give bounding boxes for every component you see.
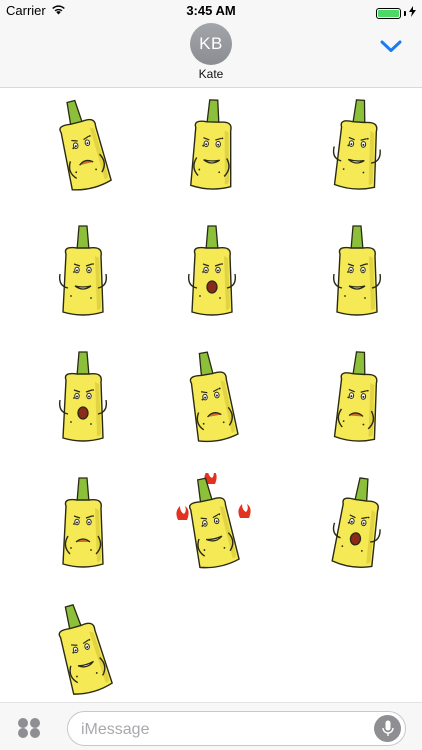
message-input[interactable]: iMessage (67, 711, 406, 746)
sticker-crying[interactable] (157, 347, 267, 457)
banana-sticker-art (333, 351, 378, 442)
banana-sticker-art (189, 351, 239, 443)
sticker-scared-gritting-teeth[interactable] (157, 95, 267, 205)
message-input-bar: iMessage (0, 702, 422, 750)
sticker-worried-hands-up[interactable] (28, 221, 138, 331)
sticker-angry-fire[interactable] (157, 473, 267, 583)
status-bar: Carrier 3:45 AM (0, 0, 422, 22)
banana-sticker-art (332, 225, 382, 316)
message-placeholder: iMessage (81, 721, 150, 738)
chevron-down-icon (380, 40, 402, 52)
banana-sticker-art (58, 351, 108, 442)
banana-sticker-art (58, 225, 108, 316)
battery-level (378, 9, 399, 17)
status-right (376, 4, 416, 22)
sticker-shocked-hands-up[interactable] (302, 473, 412, 583)
banana-sticker-art (62, 477, 104, 568)
battery-cap (404, 10, 406, 16)
sticker-sad-holding-face[interactable] (28, 95, 138, 205)
sticker-facepalm[interactable] (28, 599, 138, 709)
banana-sticker-art (190, 99, 232, 190)
sticker-disgusted[interactable] (28, 473, 138, 583)
sticker-screaming-hands-up[interactable] (157, 221, 267, 331)
sticker-laughing-pointing[interactable] (302, 95, 412, 205)
conversation-header: KB Kate (0, 22, 422, 88)
sticker-grinning-thumbs-up[interactable] (302, 221, 412, 331)
app-drawer-icon (18, 718, 40, 738)
battery-icon (376, 7, 401, 19)
contact-name[interactable]: Kate (0, 67, 422, 81)
bolt-icon (409, 4, 416, 22)
sticker-terrified-praying[interactable] (28, 347, 138, 457)
banana-sticker-art (58, 604, 113, 695)
banana-sticker-art (176, 473, 251, 569)
microphone-icon (381, 720, 394, 736)
banana-sticker-art (187, 225, 237, 316)
microphone-button[interactable] (374, 715, 401, 742)
app-drawer-button[interactable] (16, 717, 42, 739)
sticker-annoyed-arms-crossed[interactable] (302, 347, 412, 457)
banana-sticker-art (331, 477, 381, 568)
banana-sticker-art (332, 99, 381, 190)
sticker-grid (0, 88, 422, 702)
banana-sticker-art (59, 99, 112, 191)
status-time: 3:45 AM (186, 3, 236, 18)
avatar[interactable]: KB (190, 23, 232, 65)
collapse-button[interactable] (378, 36, 404, 56)
